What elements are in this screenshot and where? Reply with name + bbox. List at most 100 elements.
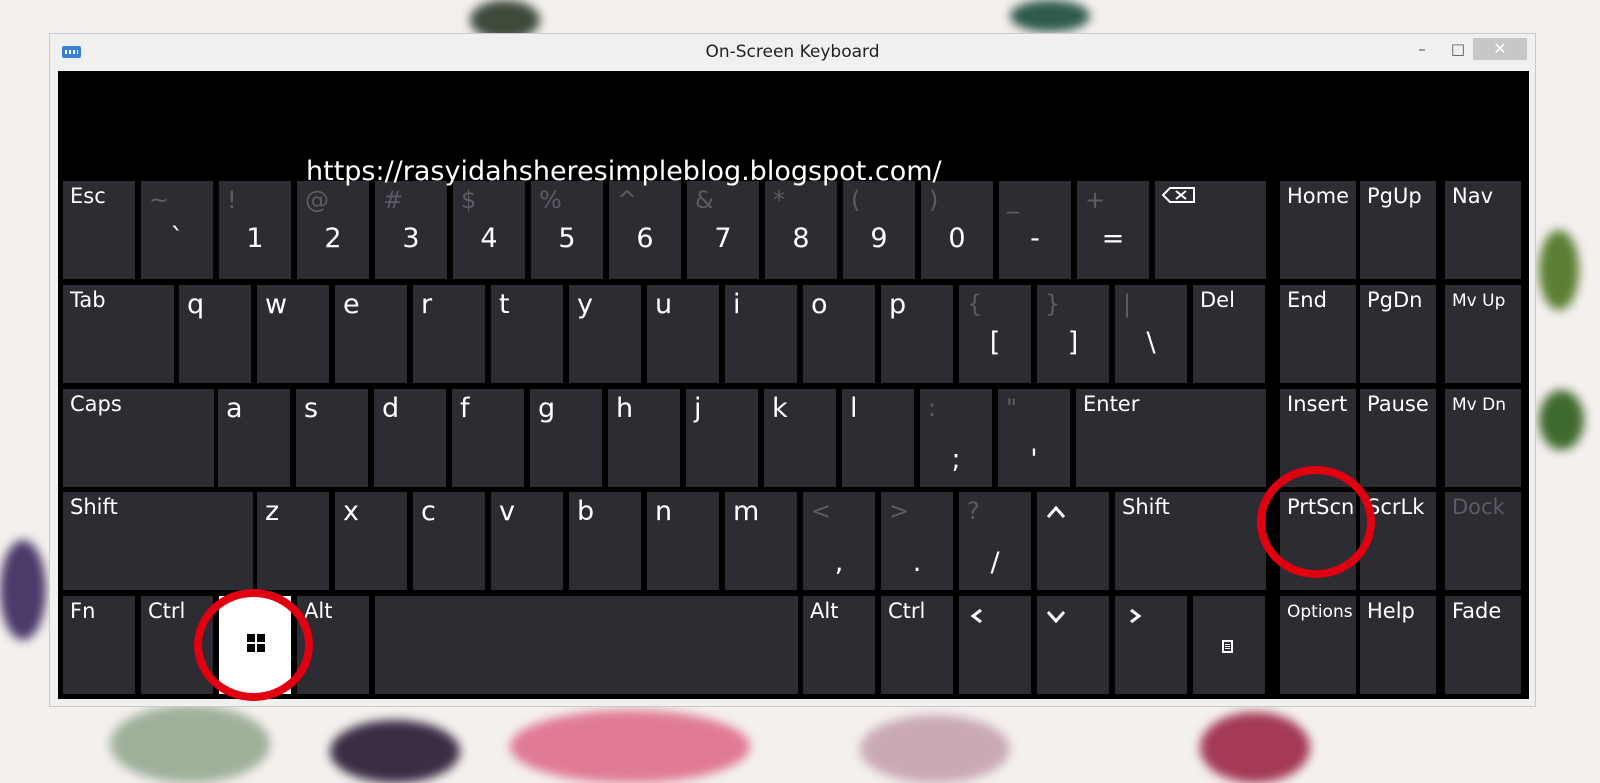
key-s[interactable]: s [296,389,368,487]
key-g[interactable]: g [530,389,602,487]
key-quote[interactable]: " ' [998,389,1070,487]
key-dock[interactable]: Dock [1445,492,1521,590]
key-p[interactable]: p [881,285,953,383]
key-label: w [265,289,288,320]
key-left[interactable] [959,596,1031,694]
key-c[interactable]: c [413,492,485,590]
key-caps[interactable]: Caps [63,389,214,487]
key-shift-label: % [539,186,562,214]
key-shift-label: & [695,186,714,214]
key-0[interactable]: ) 0 [921,181,993,279]
key-minus[interactable]: _ - [999,181,1071,279]
key-slash[interactable]: ? / [959,492,1031,590]
key-shift-label: } [1045,290,1061,318]
key-fade[interactable]: Fade [1445,596,1521,694]
key-l[interactable]: l [842,389,914,487]
key-pgdn[interactable]: PgDn [1360,285,1436,383]
key-equals[interactable]: + = [1077,181,1149,279]
key-comma[interactable]: <, [803,492,875,590]
key-label: d [382,393,400,424]
key-pgup[interactable]: PgUp [1360,181,1436,279]
key-label: f [460,393,470,424]
key-semicolon[interactable]: :; [920,389,992,487]
key-n[interactable]: n [647,492,719,590]
key-r[interactable]: r [413,285,485,383]
key-q[interactable]: q [179,285,251,383]
context-menu-icon [1222,640,1233,653]
key-k[interactable]: k [764,389,836,487]
key-space[interactable] [375,596,798,694]
key-4[interactable]: $4 [453,181,525,279]
key-label: Shift [70,495,118,519]
key-u[interactable]: u [647,285,719,383]
key-y[interactable]: y [569,285,641,383]
key-v[interactable]: v [491,492,563,590]
key-7[interactable]: & 7 [687,181,759,279]
maximize-button[interactable]: □ [1446,38,1470,60]
close-button[interactable]: ✕ [1473,38,1527,60]
key-5[interactable]: % 5 [531,181,603,279]
key-ctrl-right[interactable]: Ctrl [881,596,953,694]
key-shift-right[interactable]: Shift [1115,492,1266,590]
key-enter[interactable]: Enter [1076,389,1266,487]
key-del[interactable]: Del [1193,285,1265,383]
key-shift-left[interactable]: Shift [63,492,253,590]
key-help[interactable]: Help [1360,596,1436,694]
key-label: Enter [1083,392,1140,416]
key-pause[interactable]: Pause [1360,389,1436,487]
key-3[interactable]: #3 [375,181,447,279]
key-down[interactable] [1037,596,1109,694]
key-z[interactable]: z [257,492,329,590]
key-e[interactable]: e [335,285,407,383]
key-esc[interactable]: Esc [63,181,135,279]
key-9[interactable]: (9 [843,181,915,279]
key-8[interactable]: * 8 [765,181,837,279]
key-alt-right[interactable]: Alt [803,596,875,694]
key-menu[interactable] [1193,596,1265,694]
key-right-bracket[interactable]: }] [1037,285,1109,383]
key-6[interactable]: ^ 6 [609,181,681,279]
key-1[interactable]: ! 1 [219,181,291,279]
key-b[interactable]: b [569,492,641,590]
key-nav[interactable]: Nav [1445,181,1521,279]
key-w[interactable]: w [257,285,329,383]
key-shift-label: * [773,186,785,214]
key-mvup[interactable]: Mv Up [1445,285,1521,383]
key-f[interactable]: f [452,389,524,487]
key-label: r [421,289,433,320]
key-backspace[interactable] [1155,181,1266,279]
key-end[interactable]: End [1280,285,1356,383]
key-label: Mv Dn [1452,395,1506,415]
key-mvdn[interactable]: Mv Dn [1445,389,1521,487]
key-backslash[interactable]: | \ [1115,285,1187,383]
key-label: Tab [70,288,106,312]
key-x[interactable]: x [335,492,407,590]
key-d[interactable]: d [374,389,446,487]
key-label: 0 [948,223,966,254]
key-shift-label: ) [929,186,939,214]
key-tab[interactable]: Tab [63,285,174,383]
key-right[interactable] [1115,596,1187,694]
key-o[interactable]: o [803,285,875,383]
key-home[interactable]: Home [1280,181,1356,279]
key-left-bracket[interactable]: {[ [959,285,1031,383]
key-label: Alt [810,599,839,623]
key-2[interactable]: @2 [297,181,369,279]
key-up[interactable] [1037,492,1109,590]
key-label: PgDn [1367,288,1423,312]
key-m[interactable]: m [725,492,797,590]
arrow-down-icon [1046,604,1066,629]
minimize-button[interactable]: – [1410,38,1434,60]
key-h[interactable]: h [608,389,680,487]
key-a[interactable]: a [218,389,290,487]
key-t[interactable]: t [491,285,563,383]
title-bar[interactable]: On-Screen Keyboard – □ ✕ [50,34,1535,70]
key-j[interactable]: j [686,389,758,487]
key-i[interactable]: i [725,285,797,383]
key-backtick[interactable]: ~ ` [141,181,213,279]
key-label: n [655,496,673,527]
key-period[interactable]: >. [881,492,953,590]
key-label: . [912,547,922,578]
key-fn[interactable]: Fn [63,596,135,694]
key-options[interactable]: Options [1280,596,1356,694]
